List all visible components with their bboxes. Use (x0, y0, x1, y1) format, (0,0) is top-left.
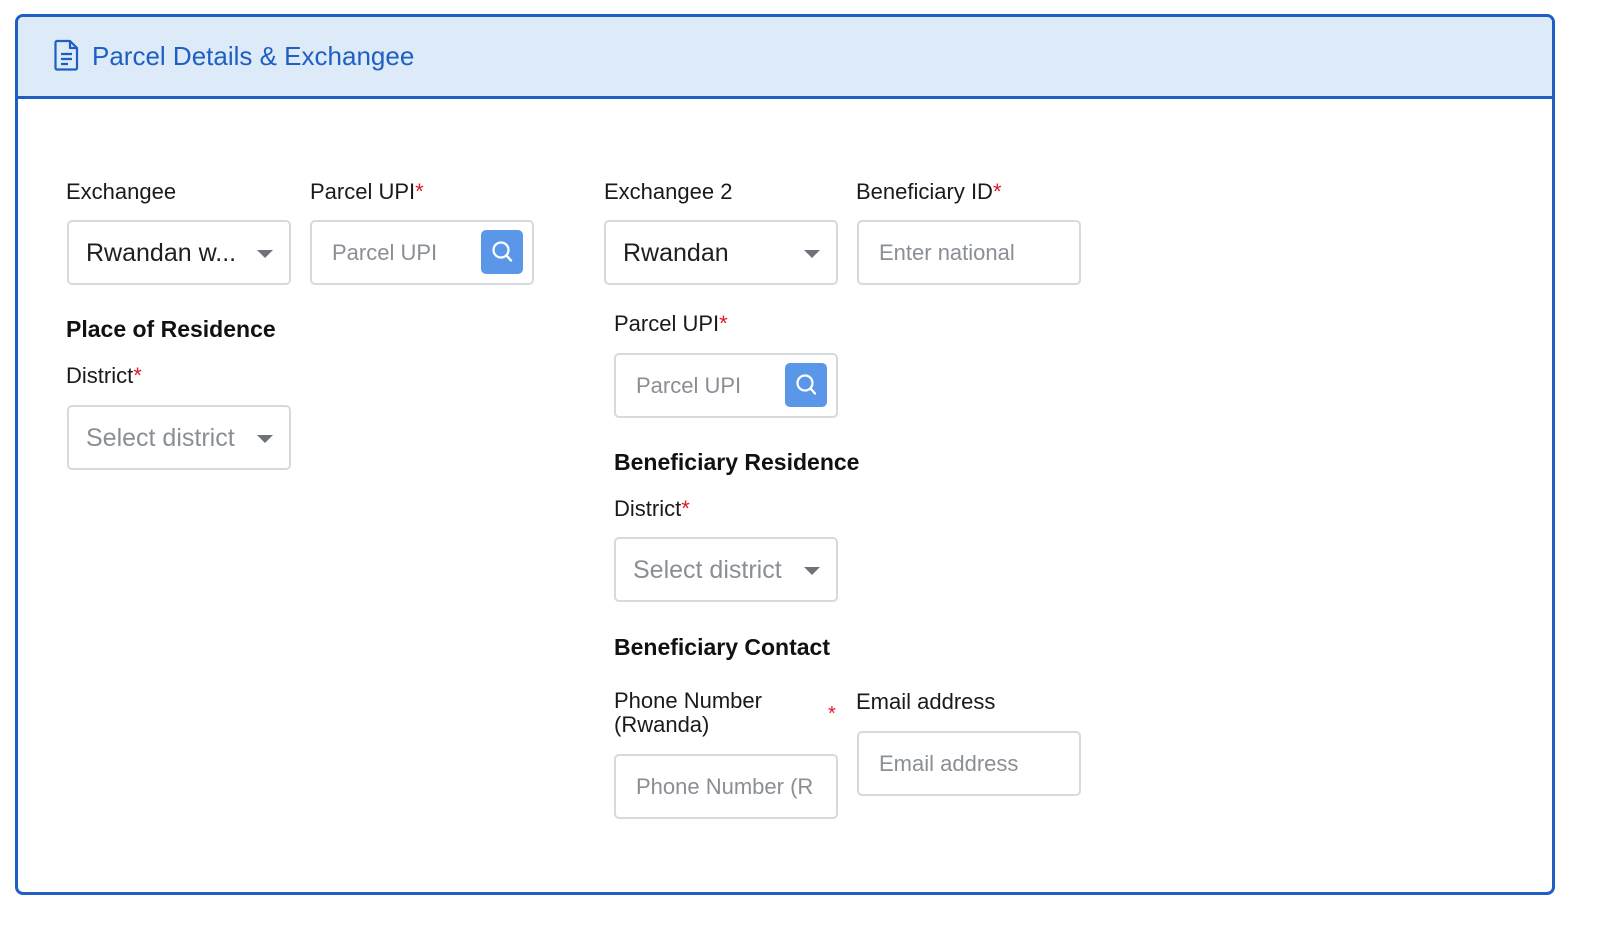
phone-number-label-line1: Phone Number (614, 688, 762, 713)
beneficiary-district-placeholder: Select district (633, 556, 782, 584)
parcel-upi-input[interactable]: Parcel UPI (310, 220, 534, 285)
exchangee2-label: Exchangee 2 (604, 179, 732, 205)
exchangee-select[interactable]: Rwandan w... (67, 220, 291, 285)
search-icon (492, 241, 513, 262)
document-icon (54, 39, 79, 71)
phone-number-label: Phone Number (Rwanda) (614, 689, 762, 737)
email-address-label-text: Email address (856, 689, 996, 714)
district-label: District* (66, 363, 142, 389)
required-marker: * (415, 179, 424, 204)
beneficiary-id-label: Beneficiary ID* (856, 179, 1002, 205)
exchangee-label: Exchangee (66, 179, 176, 205)
beneficiary-id-input[interactable]: Enter national (857, 220, 1081, 285)
beneficiary-id-label-text: Beneficiary ID (856, 179, 993, 204)
parcel-upi-search-button[interactable] (481, 230, 523, 274)
beneficiary-id-placeholder: Enter national (879, 240, 1015, 265)
email-address-input[interactable]: Email address (857, 731, 1081, 796)
card-header: Parcel Details & Exchangee (18, 17, 1552, 99)
required-marker: * (681, 496, 690, 521)
phone-required-marker: * (828, 703, 836, 725)
parcel-upi-placeholder: Parcel UPI (332, 240, 438, 265)
parcel-upi-label: Parcel UPI* (310, 179, 424, 205)
beneficiary-contact-title: Beneficiary Contact (614, 634, 831, 660)
chevron-down-icon (257, 250, 273, 258)
parcel-upi-2-label-text: Parcel UPI (614, 311, 720, 336)
phone-number-placeholder: Phone Number (R (636, 774, 814, 799)
exchangee-label-text: Exchangee (66, 179, 177, 204)
chevron-down-icon (257, 435, 273, 443)
place-of-residence-title: Place of Residence (66, 316, 276, 342)
parcel-upi-label-text: Parcel UPI (310, 179, 416, 204)
exchangee2-selected-value: Rwandan (623, 239, 729, 267)
card-title: Parcel Details & Exchangee (92, 41, 415, 71)
required-marker: * (133, 363, 142, 388)
parcel-upi-2-placeholder: Parcel UPI (636, 373, 742, 398)
email-address-label: Email address (856, 689, 995, 715)
search-icon (796, 374, 817, 395)
parcel-upi-2-label: Parcel UPI* (614, 311, 728, 337)
beneficiary-district-label: District* (614, 496, 690, 522)
district-label-text: District (66, 363, 134, 388)
chevron-down-icon (804, 567, 820, 575)
beneficiary-district-label-text: District (614, 496, 682, 521)
parcel-details-card: Parcel Details & Exchangee Exchangee Rwa… (15, 14, 1555, 895)
required-marker: * (992, 179, 1002, 204)
exchangee-selected-value: Rwandan w... (86, 239, 237, 267)
beneficiary-district-select[interactable]: Select district (614, 537, 838, 602)
required-marker: * (719, 311, 728, 336)
email-address-placeholder: Email address (879, 751, 1019, 776)
chevron-down-icon (804, 250, 820, 258)
exchangee2-label-text: Exchangee 2 (604, 179, 733, 204)
beneficiary-residence-title: Beneficiary Residence (614, 449, 860, 475)
parcel-upi-2-search-button[interactable] (785, 363, 827, 407)
district-select[interactable]: Select district (67, 405, 291, 470)
district-placeholder: Select district (86, 424, 235, 452)
phone-number-input[interactable]: Phone Number (R (614, 754, 838, 819)
parcel-upi-2-input[interactable]: Parcel UPI (614, 353, 838, 418)
exchangee2-select[interactable]: Rwandan (604, 220, 838, 285)
phone-number-label-line2: (Rwanda) (614, 712, 710, 737)
